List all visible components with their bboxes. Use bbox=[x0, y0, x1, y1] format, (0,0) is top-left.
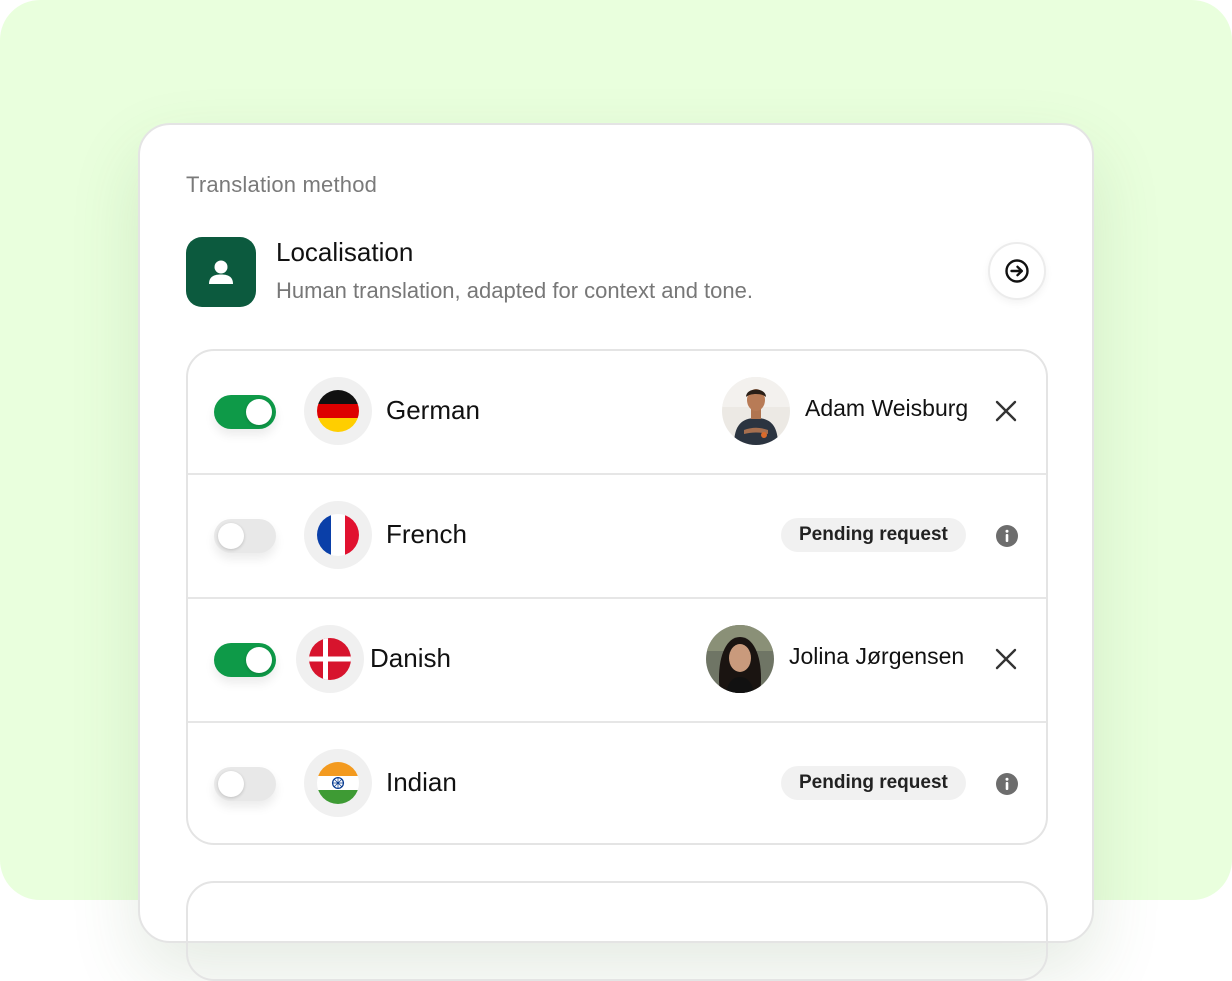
avatar bbox=[722, 377, 790, 445]
method-title: Localisation bbox=[276, 237, 414, 267]
language-name: German bbox=[386, 395, 480, 425]
translation-method-card: Translation method Localisation Human tr… bbox=[138, 123, 1094, 981]
denmark-flag-icon bbox=[296, 625, 364, 693]
french-toggle[interactable] bbox=[214, 519, 276, 553]
assignee-name: Adam Weisburg bbox=[805, 395, 969, 421]
language-name: French bbox=[386, 519, 467, 549]
france-flag-icon bbox=[304, 501, 372, 569]
info-icon[interactable] bbox=[996, 773, 1018, 795]
close-icon[interactable] bbox=[994, 647, 1018, 671]
status-badge: Pending request bbox=[781, 518, 966, 552]
info-icon[interactable] bbox=[996, 525, 1018, 547]
language-row-danish: Danish Jolina Jørgensen bbox=[188, 599, 1046, 723]
method-description: Human translation, adapted for context a… bbox=[276, 278, 753, 303]
india-flag-icon bbox=[304, 749, 372, 817]
language-row-indian: Indian Pending request bbox=[188, 723, 1046, 843]
language-name: Indian bbox=[386, 767, 457, 797]
language-list: German Adam Weisburg French Pending requ… bbox=[186, 349, 1048, 845]
person-icon bbox=[186, 237, 256, 307]
avatar bbox=[706, 625, 774, 693]
next-section-box bbox=[186, 881, 1048, 981]
language-row-german: German Adam Weisburg bbox=[188, 351, 1046, 475]
status-badge: Pending request bbox=[781, 766, 966, 800]
indian-toggle[interactable] bbox=[214, 767, 276, 801]
section-label: Translation method bbox=[186, 172, 378, 197]
language-row-french: French Pending request bbox=[188, 475, 1046, 599]
assignee-name: Jolina Jørgensen bbox=[789, 643, 965, 669]
close-icon[interactable] bbox=[994, 399, 1018, 423]
method-next-button[interactable] bbox=[988, 242, 1046, 300]
germany-flag-icon bbox=[304, 377, 372, 445]
danish-toggle[interactable] bbox=[214, 643, 276, 677]
arrow-right-circle-icon bbox=[1005, 259, 1029, 283]
language-name: Danish bbox=[370, 643, 451, 673]
german-toggle[interactable] bbox=[214, 395, 276, 429]
